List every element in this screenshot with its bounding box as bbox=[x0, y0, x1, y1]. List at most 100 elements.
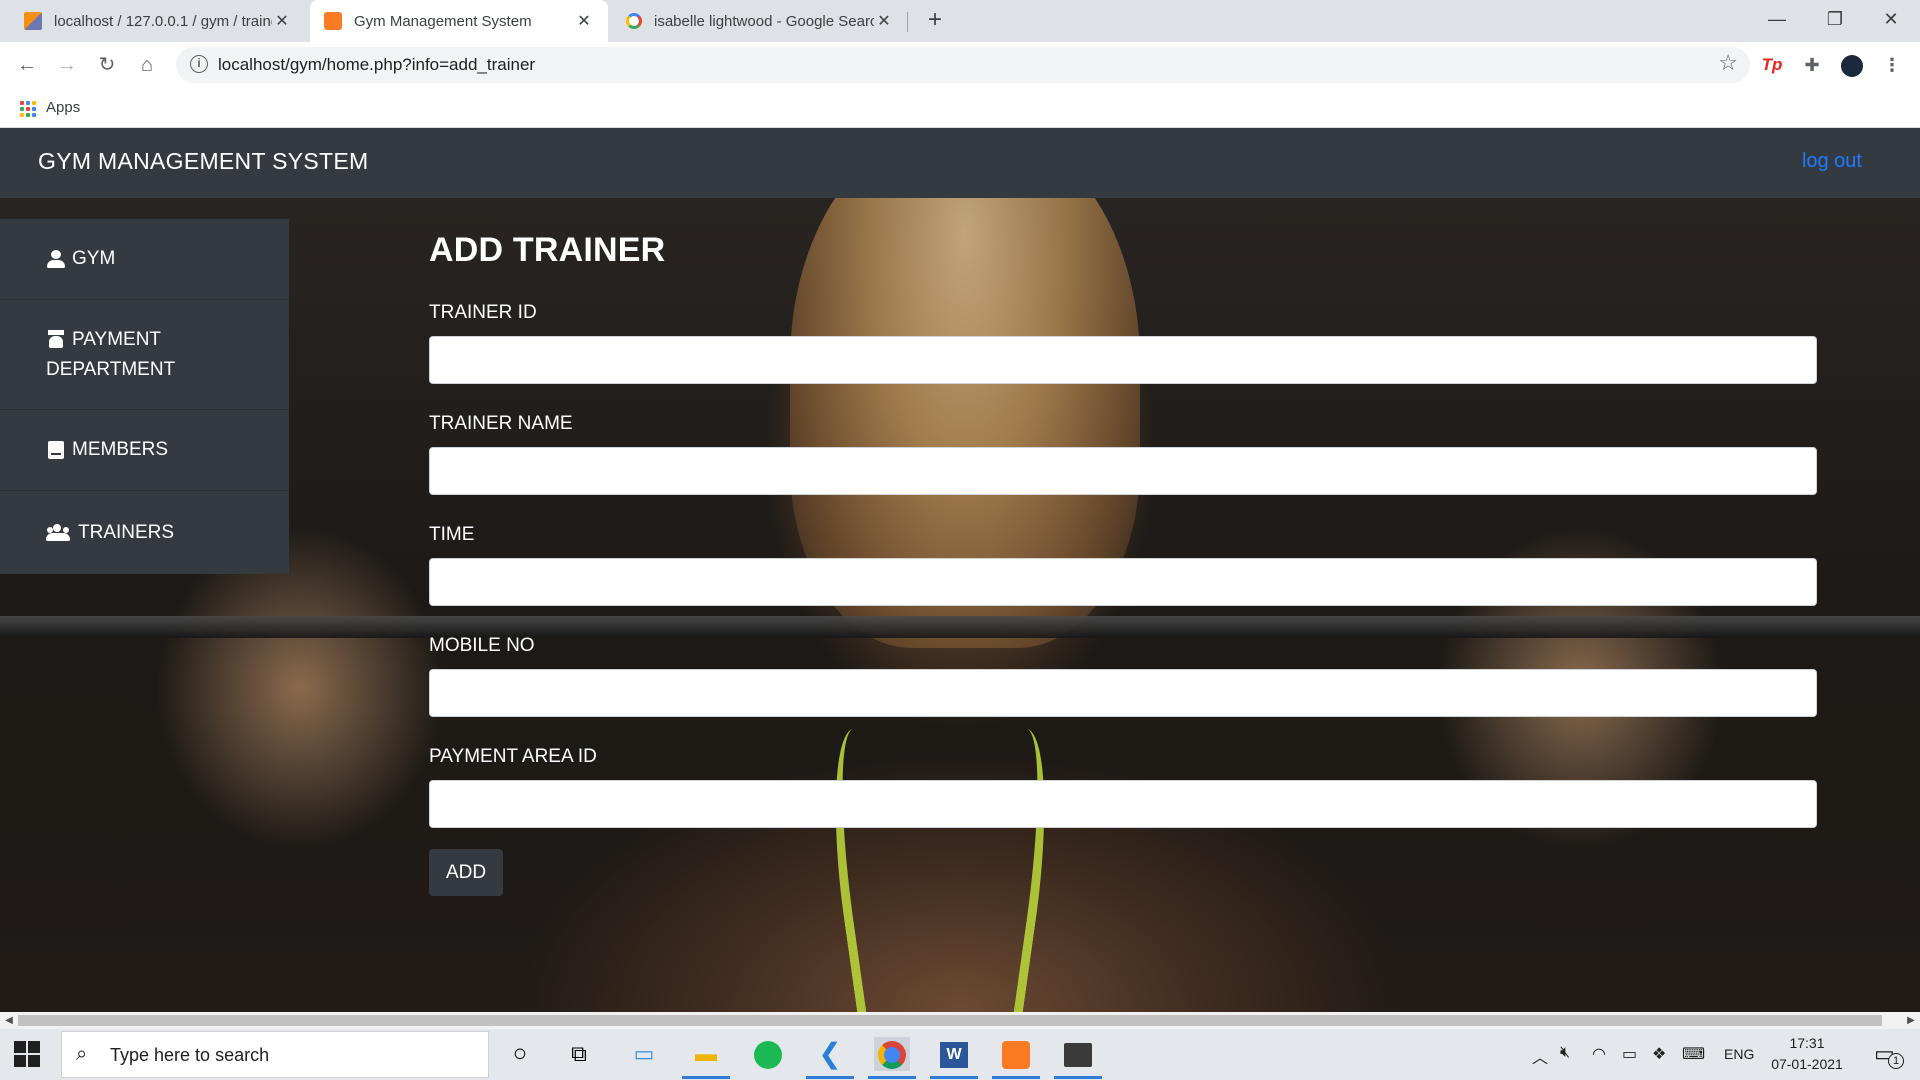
profile-avatar[interactable] bbox=[1840, 53, 1864, 78]
chrome-icon[interactable] bbox=[868, 1037, 916, 1079]
trainer-id-label: TRAINER ID bbox=[429, 302, 537, 323]
sidebar-item-trainers[interactable]: TRAINERS bbox=[0, 491, 289, 574]
payment-area-id-label: PAYMENT AREA ID bbox=[429, 746, 597, 767]
browser-tab-google[interactable]: isabelle lightwood - Google Search ✕ bbox=[612, 0, 908, 42]
battery-icon[interactable]: ▭ bbox=[1622, 1044, 1637, 1064]
form-group-payment-area-id: PAYMENT AREA ID bbox=[429, 746, 1817, 828]
reload-icon[interactable]: ↻ bbox=[92, 50, 122, 80]
restore-icon[interactable]: ❐ bbox=[1806, 0, 1864, 40]
search-icon: ⌕ bbox=[76, 1043, 88, 1065]
brand-title[interactable]: GYM MANAGEMENT SYSTEM bbox=[38, 148, 368, 175]
scrollbar-thumb[interactable] bbox=[18, 1015, 1882, 1026]
sidebar-item-label: TRAINERS bbox=[78, 521, 175, 543]
form-group-mobile-no: MOBILE NO bbox=[429, 635, 1817, 717]
bookmarks-bar: Apps bbox=[0, 88, 1920, 128]
volume-muted-icon[interactable]: 🔇︎ bbox=[1560, 1044, 1570, 1062]
xampp-favicon-icon bbox=[324, 12, 342, 30]
clock-date: 07-01-2021 bbox=[1771, 1056, 1843, 1072]
trainer-name-label: TRAINER NAME bbox=[429, 413, 573, 434]
time-label: TIME bbox=[429, 524, 475, 545]
cortana-icon[interactable]: ○ bbox=[502, 1037, 538, 1071]
tab-title: localhost / 127.0.0.1 / gym / trainer bbox=[54, 12, 272, 30]
back-arrow-icon[interactable]: ← bbox=[12, 50, 42, 80]
site-info-icon[interactable]: i bbox=[190, 55, 208, 73]
trainer-id-input[interactable] bbox=[429, 336, 1817, 384]
chrome-menu-icon[interactable]: ⋮ bbox=[1880, 53, 1904, 77]
windows-start-icon[interactable] bbox=[14, 1041, 40, 1067]
windows-taskbar: ⌕ Type here to search ○ ⧉ ▭ ▬ ❮ W ︿ 🔇︎ ◠… bbox=[0, 1029, 1920, 1080]
page-viewport: GYM MANAGEMENT SYSTEM log out GYM PAYMEN… bbox=[0, 128, 1920, 1012]
word-icon[interactable]: W bbox=[930, 1037, 978, 1079]
mobile-no-input[interactable] bbox=[429, 669, 1817, 717]
apps-grid-icon[interactable] bbox=[20, 101, 36, 117]
form-group-trainer-name: TRAINER NAME bbox=[429, 413, 1817, 495]
xampp-icon[interactable] bbox=[992, 1037, 1040, 1079]
show-hidden-icons-icon[interactable]: ︿ bbox=[1532, 1044, 1548, 1068]
minimize-icon[interactable]: — bbox=[1748, 0, 1806, 40]
tab-title: isabelle lightwood - Google Search bbox=[654, 12, 874, 30]
google-favicon-icon bbox=[626, 13, 642, 29]
phpmyadmin-favicon-icon bbox=[24, 12, 42, 30]
home-icon[interactable]: ⌂ bbox=[132, 50, 162, 80]
dropbox-icon[interactable]: ❖ bbox=[1652, 1044, 1666, 1064]
browser-tab-strip: localhost / 127.0.0.1 / gym / trainer ✕ … bbox=[0, 0, 1920, 42]
extensions-puzzle-icon[interactable]: ✚ bbox=[1800, 53, 1824, 77]
sidebar-item-label: GYM bbox=[72, 248, 116, 269]
new-tab-button[interactable]: + bbox=[920, 6, 950, 36]
page-title: ADD TRAINER bbox=[429, 231, 666, 269]
mobile-no-label: MOBILE NO bbox=[429, 635, 535, 656]
tab-separator bbox=[907, 12, 908, 32]
sidebar-item-members[interactable]: MEMBERS bbox=[0, 410, 289, 491]
clock-time: 17:31 bbox=[1789, 1035, 1825, 1051]
sidebar-item-payment-department[interactable]: PAYMENT DEPARTMENT bbox=[0, 300, 289, 410]
tab-title: Gym Management System bbox=[354, 12, 532, 30]
taskbar-search-box[interactable]: ⌕ Type here to search bbox=[61, 1031, 489, 1078]
search-placeholder: Type here to search bbox=[110, 1045, 270, 1065]
book-icon bbox=[46, 441, 66, 459]
users-icon bbox=[46, 523, 72, 542]
payment-area-id-input[interactable] bbox=[429, 780, 1817, 828]
notification-center-icon[interactable]: ▭ 1 bbox=[1874, 1041, 1904, 1069]
notification-count-badge: 1 bbox=[1888, 1053, 1904, 1069]
scroll-left-arrow-icon[interactable]: ◀ bbox=[2, 1014, 16, 1027]
tab-close-icon[interactable]: ✕ bbox=[574, 11, 594, 31]
scroll-right-arrow-icon[interactable]: ▶ bbox=[1904, 1014, 1918, 1027]
app-window-icon[interactable] bbox=[1054, 1037, 1102, 1079]
sidebar-item-label: MEMBERS bbox=[72, 439, 169, 460]
tp-extension-icon[interactable]: Tp bbox=[1760, 53, 1784, 77]
tab-close-icon[interactable]: ✕ bbox=[272, 11, 292, 31]
form-group-time: TIME bbox=[429, 524, 1817, 606]
trainer-name-input[interactable] bbox=[429, 447, 1817, 495]
taskbar-clock[interactable]: 17:31 07-01-2021 bbox=[1762, 1033, 1852, 1075]
bookmark-star-icon[interactable]: ☆ bbox=[1718, 50, 1738, 76]
computer-app-icon[interactable]: ▭ bbox=[626, 1037, 662, 1071]
wifi-icon[interactable]: ◠ bbox=[1592, 1044, 1606, 1064]
form-group-trainer-id: TRAINER ID bbox=[429, 302, 1817, 384]
forward-arrow-icon[interactable]: → bbox=[52, 50, 82, 80]
sidebar-item-gym[interactable]: GYM bbox=[0, 219, 289, 300]
keyboard-icon[interactable]: ⌨ bbox=[1682, 1044, 1705, 1064]
close-window-icon[interactable]: ✕ bbox=[1862, 0, 1920, 40]
url-text[interactable]: localhost/gym/home.php?info=add_trainer bbox=[218, 55, 535, 75]
sidebar-item-label-wrap: PAYMENT DEPARTMENT bbox=[46, 325, 196, 385]
spotify-icon[interactable] bbox=[750, 1037, 786, 1071]
teacher-icon bbox=[46, 330, 66, 349]
horizontal-scrollbar[interactable]: ◀ ▶ bbox=[0, 1012, 1920, 1029]
browser-tab-phpmyadmin[interactable]: localhost / 127.0.0.1 / gym / trainer ✕ bbox=[10, 0, 306, 42]
tab-close-icon[interactable]: ✕ bbox=[874, 11, 894, 31]
time-input[interactable] bbox=[429, 558, 1817, 606]
address-bar[interactable]: i localhost/gym/home.php?info=add_traine… bbox=[176, 47, 1750, 83]
add-button[interactable]: ADD bbox=[429, 849, 503, 896]
language-indicator[interactable]: ENG bbox=[1724, 1046, 1754, 1062]
browser-tab-gym[interactable]: Gym Management System ✕ bbox=[310, 0, 608, 42]
vscode-icon[interactable]: ❮ bbox=[806, 1037, 854, 1079]
browser-toolbar: ← → ↻ ⌂ i localhost/gym/home.php?info=ad… bbox=[0, 42, 1920, 88]
add-trainer-form: ADD TRAINER TRAINER ID TRAINER NAME TIME… bbox=[429, 231, 1817, 896]
apps-bookmark[interactable]: Apps bbox=[46, 99, 80, 116]
task-view-icon[interactable]: ⧉ bbox=[561, 1037, 597, 1071]
file-explorer-icon[interactable]: ▬ bbox=[682, 1037, 730, 1079]
sidebar: GYM PAYMENT DEPARTMENT MEMBERS TRAINERS bbox=[0, 219, 289, 574]
top-navbar: GYM MANAGEMENT SYSTEM log out bbox=[0, 128, 1920, 198]
user-icon bbox=[46, 250, 66, 268]
logout-link[interactable]: log out bbox=[1802, 150, 1862, 173]
